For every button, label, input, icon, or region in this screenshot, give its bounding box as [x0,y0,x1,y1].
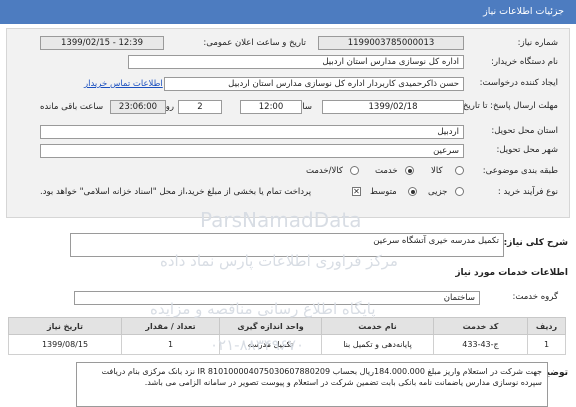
category-option-service: خدمت [375,166,398,176]
cell-service-name: پایانه‌دهی و تکمیل بنا [321,334,434,355]
province-field[interactable]: اردبیل [40,125,464,139]
requester-label: ایجاد کننده درخواست: [479,78,558,88]
category-radio-goods-service[interactable] [350,166,359,175]
city-field[interactable]: سرعین [40,144,464,158]
col-quantity: تعداد / مقدار [121,317,220,335]
category-label: طبقه بندی موضوعی: [482,166,558,176]
need-summary-field[interactable]: تکمیل مدرسه خیری آتشگاه سرعین [70,233,504,257]
deadline-date-field[interactable]: 1399/02/18 [322,100,464,114]
category-option-goods: کالا [431,166,443,176]
need-number-label: شماره نیاز: [517,38,558,48]
buyer-org-field[interactable]: اداره کل نوسازی مدارس استان اردبیل [128,55,464,69]
announce-date-label: تاریخ و ساعت اعلان عمومی: [203,38,306,48]
remaining-time-label: ساعت باقی مانده [40,102,104,112]
category-option-goods-service: کالا/خدمت [306,166,343,176]
col-unit: واحد اندازه گیری [219,317,322,335]
service-group-label: گروه خدمت: [512,292,558,302]
process-type-label: نوع فرآیند خرید : [497,187,558,197]
process-radio-minor[interactable] [455,187,464,196]
announce-date-field[interactable]: 1399/02/15 - 12:39 [40,36,164,50]
col-service-name: نام خدمت [321,317,434,335]
deadline-label: مهلت ارسال پاسخ: تا تاریخ: [460,101,558,111]
province-label: استان محل تحویل: [491,126,558,136]
cell-unit: تکمیل مدرسه [219,334,322,355]
services-section-title: اطلاعات خدمات مورد نیاز [455,268,568,278]
table-row[interactable]: 1 ج-43-433 پایانه‌دهی و تکمیل بنا تکمیل … [8,334,566,355]
services-table: ردیف کد خدمت نام خدمت واحد اندازه گیری ت… [8,317,566,355]
need-summary-label: شرح کلی نیاز: [503,238,568,248]
page-title: جزئیات اطلاعات نیاز [483,6,564,17]
category-radio-service[interactable] [405,166,414,175]
buyer-notes-field[interactable]: جهت شرکت در استعلام واریز مبلغ 184.000.0… [76,362,548,407]
service-group-field[interactable]: ساختمان [74,291,480,305]
treasury-payment-note: پرداخت تمام یا بخشی از مبلغ خرید،از محل … [40,187,312,197]
city-label: شهر محل تحویل: [496,145,558,155]
requester-field[interactable]: حسن ذاکرحمیدی کاربردار اداره کل نوسازی م… [164,77,464,91]
col-service-code: کد خدمت [433,317,528,335]
process-option-minor: جزیی [428,187,448,197]
buyer-contact-link[interactable]: اطلاعات تماس خریدار [84,79,163,89]
need-number-field[interactable]: 1199003785000013 [318,36,464,50]
cell-service-code: ج-43-433 [433,334,528,355]
cell-need-date: 1399/08/15 [8,334,122,355]
col-row-number: ردیف [527,317,566,335]
cell-row-number: 1 [527,334,566,355]
process-radio-medium[interactable] [408,187,417,196]
remaining-time-field[interactable]: 23:06:00 [110,100,166,114]
page-header: جزئیات اطلاعات نیاز [0,0,576,24]
cell-quantity: 1 [121,334,220,355]
col-need-date: تاریخ نیاز [8,317,122,335]
buyer-org-label: نام دستگاه خریدار: [491,57,558,67]
treasury-checkbox[interactable]: ✕ [352,187,361,196]
days-remaining-field[interactable]: 2 [178,100,222,114]
category-radio-goods[interactable] [455,166,464,175]
process-option-medium: متوسط [370,187,397,197]
table-header-row: ردیف کد خدمت نام خدمت واحد اندازه گیری ت… [8,317,566,335]
deadline-time-field[interactable]: 12:00 [240,100,302,114]
